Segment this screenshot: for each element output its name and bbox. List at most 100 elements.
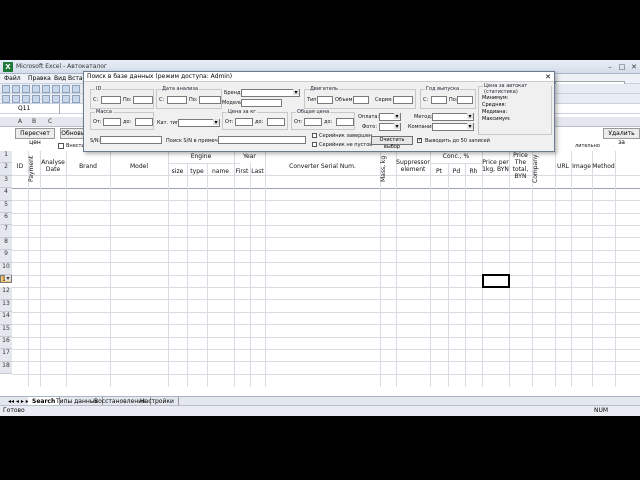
sn-label: S/N:	[90, 138, 101, 144]
row-header-17[interactable]: 17	[0, 349, 12, 362]
italic-icon[interactable]	[12, 95, 20, 103]
row-header-6[interactable]: 6	[0, 213, 12, 226]
print-icon[interactable]	[32, 85, 40, 93]
row-header-1[interactable]: 1	[0, 151, 12, 164]
maximize-icon[interactable]: □	[616, 62, 628, 72]
open-icon[interactable]	[12, 85, 20, 93]
price-kg-from-input[interactable]	[235, 118, 253, 126]
align-right-icon[interactable]	[52, 95, 60, 103]
engine-type-input[interactable]	[317, 96, 333, 104]
name-box[interactable]: Q11	[0, 104, 60, 114]
menu-view[interactable]: Вид	[54, 75, 66, 82]
underline-icon[interactable]	[22, 95, 30, 103]
company-select[interactable]	[432, 123, 474, 131]
engine-group: Двигатель Тип: Объем: Серия:	[304, 86, 416, 109]
sn-search-input[interactable]	[218, 136, 306, 144]
dialog-close-icon[interactable]: ✕	[545, 72, 551, 82]
id-to-label: По:	[123, 97, 132, 103]
enter-checkbox[interactable]	[58, 143, 64, 149]
spell-icon[interactable]	[52, 85, 60, 93]
row-header-9[interactable]: 9	[0, 250, 12, 263]
year-from-input[interactable]	[431, 96, 447, 104]
engine-series-label: Серия:	[375, 97, 393, 103]
selected-cell[interactable]	[482, 273, 510, 288]
id-from-input[interactable]	[101, 96, 121, 104]
row-header-7[interactable]: 7	[0, 225, 12, 238]
mass-to-input[interactable]	[135, 118, 153, 126]
close-icon[interactable]: ✕	[628, 62, 640, 72]
serial-complete-checkbox[interactable]	[312, 133, 317, 138]
id-to-input[interactable]	[133, 96, 153, 104]
preview-icon[interactable]	[42, 85, 50, 93]
row-header-11[interactable]: 11	[0, 275, 12, 283]
row-header-18[interactable]: 18	[0, 361, 12, 375]
menu-edit[interactable]: Правка	[28, 75, 51, 82]
id-group: ID С: По:	[90, 86, 154, 109]
date-from-input[interactable]	[167, 96, 187, 104]
row-header-2[interactable]: 2	[0, 163, 12, 176]
row-header-4[interactable]: 4	[0, 188, 12, 201]
photo-select[interactable]	[379, 123, 401, 131]
sn-input[interactable]	[100, 136, 162, 144]
new-icon[interactable]	[2, 85, 10, 93]
price-kg-to-label: до:	[255, 119, 264, 125]
row-header-8[interactable]: 8	[0, 237, 12, 251]
row-header-15[interactable]: 15	[0, 324, 12, 337]
column-a-header[interactable]: A	[18, 118, 22, 125]
payment-select[interactable]	[379, 113, 401, 121]
header-rh: Rh	[469, 168, 478, 175]
save-icon[interactable]	[22, 85, 30, 93]
total-to-input[interactable]	[336, 118, 354, 126]
row-header-14[interactable]: 14	[0, 312, 12, 325]
sheet-grid[interactable]: 1 2 3 4 5 6 7 8 9 10 11 12 13 14 15 16 1…	[0, 151, 640, 399]
menu-file[interactable]: Файл	[4, 75, 21, 82]
column-b-header[interactable]: B	[32, 118, 36, 125]
header-id: ID	[16, 163, 24, 170]
method-select[interactable]	[432, 113, 474, 121]
row-header-16[interactable]: 16	[0, 337, 12, 350]
grid-vline	[532, 151, 533, 387]
id-from-label: С:	[93, 97, 99, 103]
dialog-title: Поиск в базе данных (режим доступа: Admi…	[84, 72, 554, 82]
engine-series-input[interactable]	[393, 96, 413, 104]
row-header-13[interactable]: 13	[0, 299, 12, 313]
grid-vline	[571, 151, 572, 387]
row-header-3[interactable]: 3	[0, 175, 12, 189]
row-header-10[interactable]: 10	[0, 262, 12, 275]
currency-icon[interactable]	[72, 95, 80, 103]
cat-type-select[interactable]	[178, 119, 220, 127]
bold-icon[interactable]	[2, 95, 10, 103]
date-group: Дата анализа С: По:	[156, 86, 222, 109]
copy-icon[interactable]	[72, 85, 80, 93]
cut-icon[interactable]	[62, 85, 70, 93]
header-type: type	[190, 168, 204, 175]
total-from-input[interactable]	[304, 118, 322, 126]
grid-vline	[187, 163, 188, 387]
top50-checkbox[interactable]	[417, 137, 422, 143]
model-input[interactable]	[241, 99, 282, 107]
row-header-5[interactable]: 5	[0, 200, 12, 213]
merge-icon[interactable]	[62, 95, 70, 103]
align-left-icon[interactable]	[32, 95, 40, 103]
grid-vline	[234, 151, 235, 387]
serial-nonempty-checkbox[interactable]	[312, 142, 317, 147]
grid-hline	[12, 225, 640, 226]
recalc-prices-button[interactable]: Пересчет цен	[15, 128, 55, 146]
delete-button[interactable]: Удалить за	[603, 128, 640, 146]
minimize-icon[interactable]: –	[604, 62, 616, 72]
grid-hline	[168, 163, 240, 164]
header-brand: Brand	[79, 163, 97, 170]
header-engine: Engine	[190, 153, 212, 160]
clear-selection-button[interactable]: Очистить выбор	[371, 136, 413, 150]
price-kg-to-input[interactable]	[267, 118, 285, 126]
brand-select[interactable]	[241, 89, 300, 97]
grid-hline	[12, 324, 640, 326]
mass-from-input[interactable]	[103, 118, 121, 126]
column-c-header[interactable]: C	[48, 118, 52, 125]
row-header-12[interactable]: 12	[0, 287, 12, 300]
grid-hline	[12, 274, 640, 276]
engine-volume-input[interactable]	[353, 96, 369, 104]
year-to-input[interactable]	[457, 96, 473, 104]
align-center-icon[interactable]	[42, 95, 50, 103]
date-to-input[interactable]	[199, 96, 221, 104]
